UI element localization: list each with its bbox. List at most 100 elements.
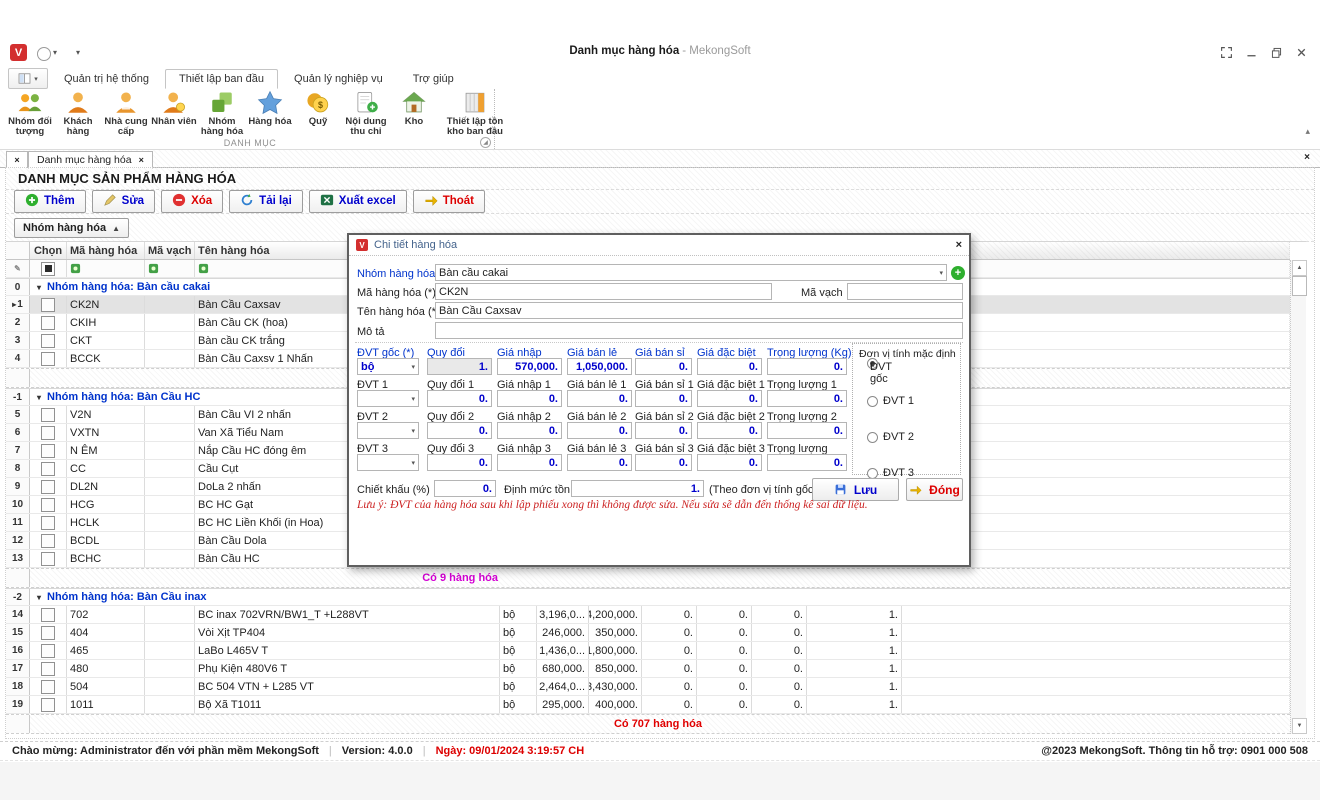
- unit-grid-input[interactable]: 0.: [427, 390, 492, 407]
- scroll-down-icon[interactable]: ▼: [1292, 718, 1307, 734]
- fullscreen-icon[interactable]: [1220, 46, 1233, 59]
- group-collapse-icon[interactable]: ▾: [37, 283, 41, 292]
- row-checkbox[interactable]: [41, 408, 55, 422]
- unit-grid-input[interactable]: 0.: [567, 422, 632, 439]
- unit-grid-input[interactable]: 0.: [635, 422, 692, 439]
- select-all-checkbox[interactable]: [41, 262, 55, 276]
- checkbox-cell[interactable]: [30, 460, 67, 477]
- row-checkbox[interactable]: [41, 680, 55, 694]
- unit-grid-input[interactable]: 0.: [497, 422, 562, 439]
- row-checkbox[interactable]: [41, 516, 55, 530]
- product-group-combo[interactable]: Bàn cầu cakai ▾: [435, 264, 947, 281]
- minimize-icon[interactable]: [1245, 46, 1258, 59]
- unit-combo[interactable]: ▾: [357, 422, 419, 439]
- ribbon-item[interactable]: Nội dung thu chi: [342, 89, 390, 138]
- group-row[interactable]: -2▾Nhóm hàng hóa: Bàn Cầu inax: [6, 588, 1290, 606]
- checkbox-cell[interactable]: [30, 678, 67, 695]
- row-checkbox[interactable]: [41, 444, 55, 458]
- thêm-button[interactable]: Thêm: [14, 190, 86, 213]
- close-button[interactable]: Đóng: [906, 478, 963, 501]
- row-checkbox[interactable]: [41, 352, 55, 366]
- product-code-input[interactable]: CK2N: [435, 283, 772, 300]
- ribbon-item[interactable]: Nhóm hàng hóa: [198, 89, 246, 138]
- row-checkbox[interactable]: [41, 298, 55, 312]
- row-checkbox[interactable]: [41, 534, 55, 548]
- barcode-input[interactable]: [847, 283, 963, 300]
- checkbox-cell[interactable]: [30, 296, 67, 313]
- unit-grid-input[interactable]: 0.: [767, 422, 847, 439]
- unit-grid-input[interactable]: 0.: [635, 454, 692, 471]
- ribbon-tab-1[interactable]: Quản trị hệ thống: [50, 69, 163, 89]
- unit-grid-input[interactable]: 0.: [635, 358, 692, 375]
- table-row[interactable]: 17480Phụ Kiện 480V6 Tbộ680,000.850,000.0…: [6, 660, 1290, 678]
- ribbon-item[interactable]: Nhà cung cấp: [102, 89, 150, 138]
- restore-icon[interactable]: [1270, 46, 1283, 59]
- ribbon-tab-3[interactable]: Quản lý nghiệp vụ: [280, 69, 397, 89]
- row-checkbox[interactable]: [41, 698, 55, 712]
- default-unit-radio[interactable]: ĐVT 2: [867, 431, 914, 443]
- xóa-button[interactable]: Xóa: [161, 190, 223, 213]
- stock-norm-input[interactable]: 1.: [571, 480, 704, 497]
- table-row[interactable]: 14702BC inax 702VRN/BW1_T +L288VTbộ3,196…: [6, 606, 1290, 624]
- ribbon-tab-4[interactable]: Trợ giúp: [399, 69, 468, 89]
- checkbox-cell[interactable]: [30, 606, 67, 623]
- vertical-scrollbar[interactable]: ▲ ▼: [1290, 260, 1306, 734]
- save-button[interactable]: Lưu: [812, 478, 899, 501]
- tab-group-close-icon[interactable]: ×: [6, 151, 28, 168]
- row-checkbox[interactable]: [41, 462, 55, 476]
- unit-grid-input[interactable]: 0.: [697, 422, 762, 439]
- table-row[interactable]: 16465LaBo L465V Tbộ1,436,0...1,800,000.0…: [6, 642, 1290, 660]
- ribbon-item[interactable]: Kho: [390, 89, 438, 127]
- checkbox-cell[interactable]: [30, 532, 67, 549]
- ribbon-tab-2[interactable]: Thiết lập ban đầu: [165, 69, 278, 89]
- filter-cell[interactable]: [67, 260, 145, 277]
- scrollbar-thumb[interactable]: [1292, 276, 1307, 296]
- column-header[interactable]: Mã hàng hóa: [67, 242, 145, 259]
- checkbox-cell[interactable]: [30, 660, 67, 677]
- checkbox-cell[interactable]: [30, 550, 67, 567]
- checkbox-cell[interactable]: [30, 696, 67, 713]
- close-icon[interactable]: [1295, 46, 1308, 59]
- unit-grid-input[interactable]: 0.: [567, 454, 632, 471]
- row-checkbox[interactable]: [41, 662, 55, 676]
- checkbox-cell[interactable]: [30, 350, 67, 367]
- checkbox-cell[interactable]: [30, 624, 67, 641]
- default-unit-radio[interactable]: ĐVT gốc: [867, 358, 883, 369]
- ribbon-collapse-icon[interactable]: ▴: [1305, 126, 1310, 137]
- row-checkbox[interactable]: [41, 426, 55, 440]
- filter-icon[interactable]: [148, 263, 159, 274]
- thoát-button[interactable]: Thoát: [413, 190, 485, 213]
- row-checkbox[interactable]: [41, 644, 55, 658]
- dialog-close-icon[interactable]: ×: [956, 239, 962, 251]
- scroll-up-icon[interactable]: ▲: [1292, 260, 1307, 276]
- column-header[interactable]: Mã vạch: [145, 242, 195, 259]
- unit-combo[interactable]: ▾: [357, 454, 419, 471]
- ribbon-item[interactable]: Hàng hóa: [246, 89, 294, 127]
- tab-close-icon[interactable]: ×: [139, 155, 144, 165]
- unit-grid-input[interactable]: 0.: [697, 454, 762, 471]
- row-checkbox[interactable]: [41, 316, 55, 330]
- app-menu-button[interactable]: ▾: [8, 68, 48, 89]
- unit-grid-input[interactable]: 570,000.: [497, 358, 562, 375]
- table-row[interactable]: 18504BC 504 VTN + L285 VTbộ2,464,0...3,4…: [6, 678, 1290, 696]
- unit-grid-input[interactable]: 1,050,000.: [567, 358, 632, 375]
- filter-icon[interactable]: [198, 263, 209, 274]
- ribbon-item[interactable]: Khách hàng: [54, 89, 102, 138]
- row-checkbox[interactable]: [41, 608, 55, 622]
- table-row[interactable]: 191011Bộ Xã T1011bộ295,000.400,000.0.0.0…: [6, 696, 1290, 714]
- ribbon-item[interactable]: Thiết lập tồn kho ban đầu: [438, 89, 512, 138]
- row-checkbox[interactable]: [41, 626, 55, 640]
- unit-grid-input[interactable]: 1.: [427, 358, 492, 375]
- column-header[interactable]: [6, 242, 30, 259]
- filter-checkbox-cell[interactable]: [30, 260, 67, 277]
- row-checkbox[interactable]: [41, 498, 55, 512]
- group-by-chip[interactable]: Nhóm hàng hóa ▲: [14, 218, 129, 238]
- group-dialog-launcher-icon[interactable]: ◢: [480, 137, 491, 148]
- checkbox-cell[interactable]: [30, 424, 67, 441]
- checkbox-cell[interactable]: [30, 442, 67, 459]
- ribbon-item[interactable]: Nhân viên: [150, 89, 198, 127]
- row-checkbox[interactable]: [41, 334, 55, 348]
- product-name-input[interactable]: Bàn Cầu Caxsav: [435, 302, 963, 319]
- unit-grid-input[interactable]: 0.: [427, 454, 492, 471]
- discount-input[interactable]: 0.: [434, 480, 496, 497]
